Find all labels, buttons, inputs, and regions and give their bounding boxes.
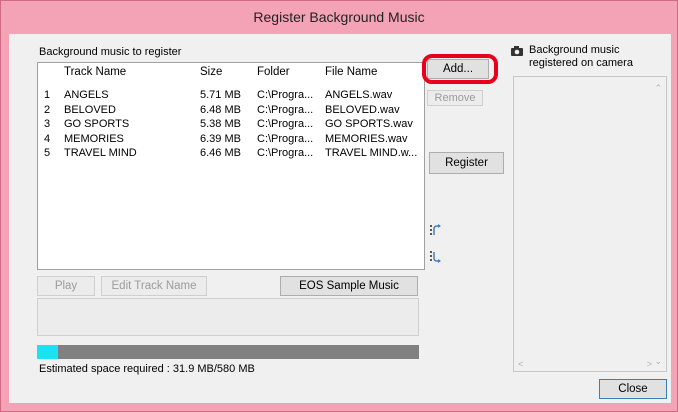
remove-button[interactable]: Remove (427, 90, 483, 106)
track-list-header: Track Name Size Folder File Name (38, 63, 424, 81)
camera-music-title-line2: registered on camera (529, 57, 633, 69)
track-file: TRAVEL MIND.w... (325, 147, 418, 159)
column-file-name[interactable]: File Name (325, 66, 377, 78)
track-size: 6.39 MB (200, 132, 241, 145)
track-name: ANGELS (64, 89, 109, 101)
track-folder: C:\Progra... (257, 103, 314, 116)
track-file: GO SPORTS.wav (325, 118, 413, 130)
track-size: 5.38 MB (200, 118, 241, 130)
column-folder[interactable]: Folder (257, 66, 290, 78)
column-track-name[interactable]: Track Name (64, 66, 126, 78)
track-list[interactable]: Track Name Size Folder File Name 1 ANGELS… (37, 62, 425, 270)
space-progress-fill (37, 345, 58, 359)
track-name: GO SPORTS (64, 118, 130, 130)
track-num: 2 (44, 103, 51, 116)
camera-music-title: Background music registered on camera (529, 44, 633, 70)
camera-music-title-line1: Background music (529, 44, 620, 56)
track-row[interactable]: 2 BELOVED 6.48 MB C:\Progra... BELOVED.wav (38, 104, 424, 118)
eos-sample-music-button[interactable]: EOS Sample Music (280, 276, 418, 296)
column-size[interactable]: Size (200, 66, 222, 78)
track-name: BELOVED (64, 103, 116, 116)
move-down-icon[interactable] (429, 250, 443, 264)
track-name: MEMORIES (64, 132, 124, 145)
register-button[interactable]: Register (429, 152, 504, 174)
scroll-down-arrow-icon[interactable]: ⌄ (654, 356, 662, 367)
track-row[interactable]: 3 GO SPORTS 5.38 MB C:\Progra... GO SPORTS.w… (38, 118, 424, 132)
track-file: BELOVED.wav (325, 103, 400, 116)
track-file: MEMORIES.wav (325, 132, 408, 145)
track-row[interactable]: 4 MEMORIES 6.39 MB C:\Progra... MEMORIES.wav (38, 133, 424, 147)
track-num: 5 (44, 147, 51, 159)
track-row[interactable]: 5 TRAVEL MIND 6.46 MB C:\Progra... TRAVEL MI… (38, 147, 424, 161)
track-folder: C:\Progra... (257, 118, 314, 130)
camera-icon (511, 46, 523, 56)
dialog-client-area: Background music to register Track Name … (9, 34, 671, 403)
track-folder: C:\Progra... (257, 147, 314, 159)
add-button-highlight (422, 54, 498, 84)
track-name: TRAVEL MIND (64, 147, 137, 159)
track-folder: C:\Progra... (257, 89, 314, 101)
track-num: 3 (44, 118, 51, 130)
track-num: 1 (44, 89, 51, 101)
move-up-icon[interactable] (429, 224, 443, 238)
estimated-space-text: Estimated space required : 31.9 MB/580 M… (39, 363, 255, 375)
space-progress-bar (37, 345, 419, 359)
track-size: 6.46 MB (200, 147, 241, 159)
track-size: 6.48 MB (200, 103, 241, 116)
close-button[interactable]: Close (599, 379, 667, 399)
camera-music-list[interactable]: ⌃ ⌄ < > (513, 76, 667, 372)
edit-track-name-button[interactable]: Edit Track Name (101, 276, 207, 296)
play-button[interactable]: Play (37, 276, 95, 296)
dialog-window: Register Background Music Background mus… (0, 0, 678, 412)
scroll-left-arrow-icon[interactable]: < (518, 359, 523, 369)
scroll-right-arrow-icon[interactable]: > (647, 359, 652, 369)
window-title: Register Background Music (253, 9, 425, 25)
track-size: 5.71 MB (200, 89, 241, 101)
track-num: 4 (44, 132, 51, 145)
scroll-up-arrow-icon[interactable]: ⌃ (654, 83, 662, 94)
status-area (37, 298, 419, 336)
track-file: ANGELS.wav (325, 89, 393, 101)
track-row[interactable]: 1 ANGELS 5.71 MB C:\Progra... ANGELS.wav (38, 89, 424, 103)
register-list-label: Background music to register (39, 46, 182, 58)
track-folder: C:\Progra... (257, 132, 314, 145)
